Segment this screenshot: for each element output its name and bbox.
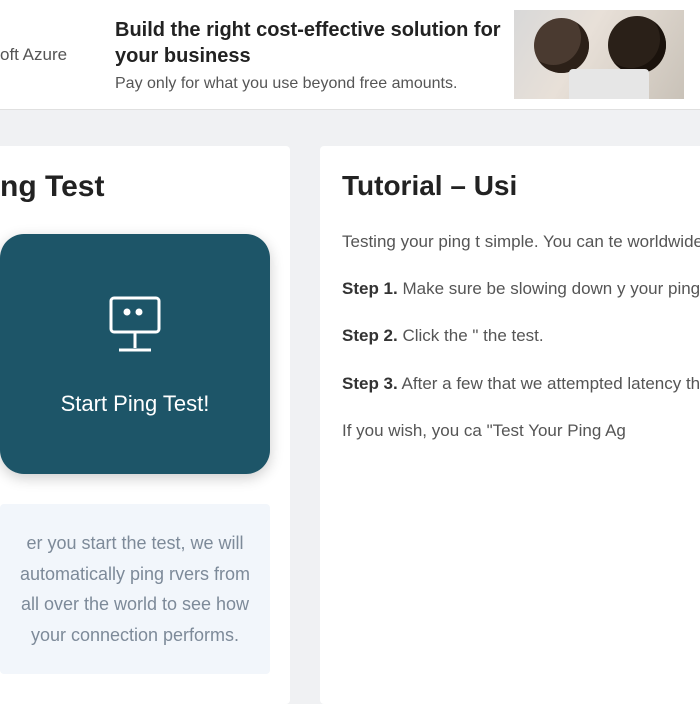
tutorial-panel: Tutorial – Usi Testing your ping t simpl… [320,146,700,704]
monitor-icon [99,292,171,365]
ad-image [514,10,684,99]
tutorial-intro: Testing your ping t simple. You can te w… [342,228,700,255]
ad-banner[interactable]: oft Azure Build the right cost-effective… [0,0,700,110]
start-ping-test-button[interactable]: Start Ping Test! [0,234,270,474]
tutorial-title: Tutorial – Usi [342,170,700,202]
tutorial-step-2: Step 2. Click the " the test. [342,322,700,349]
ping-info-box: er you start the test, we will automatic… [0,504,270,674]
ping-test-title: ng Test [0,170,270,204]
start-ping-test-label: Start Ping Test! [61,391,210,417]
tutorial-step-1: Step 1. Make sure be slowing down y your… [342,275,700,302]
tutorial-closing: If you wish, you ca "Test Your Ping Ag [342,417,700,444]
tutorial-step-3: Step 3. After a few that we attempted la… [342,370,700,397]
ping-test-panel: ng Test Start Ping Test! er you start th… [0,146,290,704]
ad-brand-label: oft Azure [0,45,105,65]
ad-headline: Build the right cost-effective solution … [115,17,514,69]
tutorial-body: Testing your ping t simple. You can te w… [342,228,700,444]
ad-text-block: Build the right cost-effective solution … [105,17,514,93]
ad-subtext: Pay only for what you use beyond free am… [115,75,514,93]
